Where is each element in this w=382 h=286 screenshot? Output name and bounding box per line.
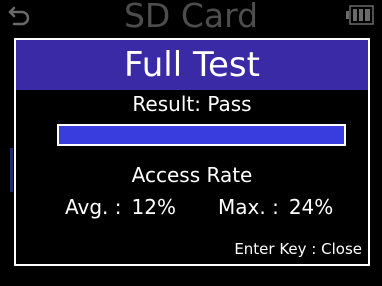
dialog-title: Full Test — [16, 40, 368, 90]
test-result: Result: Pass — [132, 92, 252, 116]
sd-card-screen: SD Card Full Test Result: Pass Access Ra… — [0, 0, 382, 286]
full-test-dialog: Full Test Result: Pass Access Rate Avg. … — [14, 38, 370, 266]
return-arrow-icon[interactable] — [8, 4, 30, 30]
close-hint[interactable]: Enter Key : Close — [234, 240, 362, 258]
max-value: 24% — [288, 195, 334, 219]
background-selection-edge — [10, 148, 13, 192]
test-progress-bar — [57, 124, 346, 146]
access-rate-values: Avg. : 12% Max. : 24% — [16, 195, 368, 219]
battery-icon — [346, 5, 374, 25]
progress-fill — [59, 126, 344, 144]
avg-rate: Avg. : 12% — [65, 195, 176, 219]
avg-label: Avg. : — [65, 195, 122, 219]
access-rate-label: Access Rate — [131, 163, 253, 187]
max-label: Max. : — [218, 195, 279, 219]
max-rate: Max. : 24% — [218, 195, 333, 219]
page-title: SD Card — [123, 0, 259, 35]
avg-value: 12% — [131, 195, 176, 219]
